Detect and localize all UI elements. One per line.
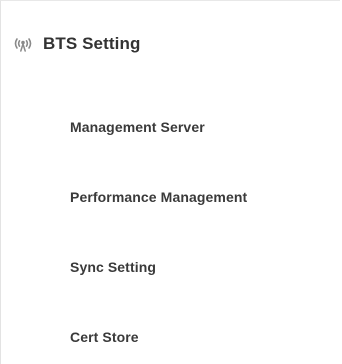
section-title: BTS Setting	[43, 34, 141, 53]
antenna-signal-icon	[11, 34, 35, 54]
menu-item-management-server[interactable]: Management Server	[70, 119, 205, 135]
menu-item-sync-setting[interactable]: Sync Setting	[70, 259, 156, 275]
settings-nav-panel: BTS Setting Management Server Performanc…	[0, 0, 340, 364]
menu-item-performance-management[interactable]: Performance Management	[70, 189, 247, 205]
menu-item-cert-store[interactable]: Cert Store	[70, 329, 139, 345]
bts-setting-header[interactable]: BTS Setting	[11, 29, 140, 59]
